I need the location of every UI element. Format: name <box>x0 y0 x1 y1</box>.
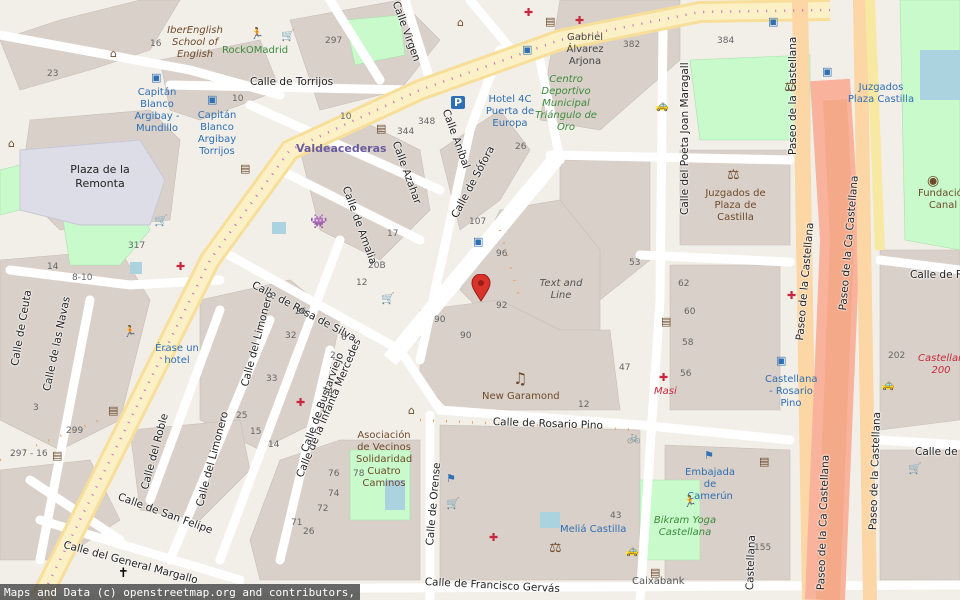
plaza-remonta-area <box>19 139 166 226</box>
sports-icon[interactable]: 🏃 <box>123 326 137 337</box>
bank-icon[interactable]: ▤ <box>650 567 660 578</box>
school-icon[interactable]: ⌂ <box>408 405 415 416</box>
shopping-cart-icon[interactable]: 🛒 <box>154 215 168 226</box>
map-attribution: Maps and Data (c) openstreetmap.org and … <box>0 584 360 600</box>
museum-icon[interactable]: ◉ <box>927 174 939 188</box>
game-icon[interactable]: 👾 <box>310 215 327 229</box>
bank-icon[interactable]: ▤ <box>759 456 769 467</box>
bus-stop-icon[interactable]: ▣ <box>151 72 161 83</box>
shopping-cart-icon[interactable]: 🛒 <box>446 498 460 509</box>
courthouse-icon[interactable]: ⚖ <box>727 168 740 182</box>
pharmacy-icon[interactable]: ✚ <box>176 261 185 272</box>
castellana-east-lane <box>792 0 818 600</box>
bank-icon[interactable]: ▤ <box>545 16 555 27</box>
taxi-icon[interactable]: 🚕 <box>655 100 669 111</box>
sports-icon[interactable]: 🏃 <box>250 28 264 39</box>
bank-icon[interactable]: ▤ <box>240 163 250 174</box>
music-shop-icon[interactable]: ♫ <box>513 371 527 387</box>
courthouse-icon[interactable]: ⚖ <box>549 541 562 555</box>
pharmacy-icon[interactable]: ✚ <box>489 532 498 543</box>
bicycle-rental-icon[interactable]: 🚲 <box>627 432 641 443</box>
pharmacy-icon[interactable]: ✚ <box>575 15 584 26</box>
shopping-cart-icon[interactable]: 🛒 <box>281 30 295 41</box>
map-marker-icon[interactable] <box>471 274 491 302</box>
bus-stop-icon[interactable]: ▣ <box>522 44 532 55</box>
bus-stop-icon[interactable]: ▣ <box>776 355 786 366</box>
taxi-icon[interactable]: 🚕 <box>881 379 895 390</box>
taxi-icon[interactable]: 🚕 <box>625 545 639 556</box>
bank-icon[interactable]: ▤ <box>661 316 671 327</box>
parking-icon[interactable]: P <box>451 96 466 109</box>
bus-stop-icon[interactable]: ▣ <box>768 16 778 27</box>
flag-icon[interactable]: ⚑ <box>704 450 714 461</box>
school-icon[interactable]: ⌂ <box>457 17 464 28</box>
bus-stop-icon[interactable]: ▣ <box>473 236 483 247</box>
school-icon[interactable]: ⌂ <box>8 138 15 149</box>
bus-stop-icon[interactable]: ▣ <box>822 66 832 77</box>
pharmacy-icon[interactable]: ✚ <box>524 7 533 18</box>
sports-icon[interactable]: 🏃 <box>683 496 697 507</box>
shopping-cart-icon[interactable]: 🛒 <box>908 463 922 474</box>
pharmacy-icon[interactable]: ✚ <box>787 290 796 301</box>
bank-icon[interactable]: ▤ <box>376 123 386 134</box>
pharmacy-icon[interactable]: ✚ <box>659 372 668 383</box>
bus-stop-icon[interactable]: ▣ <box>207 94 217 105</box>
bank-icon[interactable]: ▤ <box>52 450 62 461</box>
bank-icon[interactable]: ▤ <box>108 405 118 416</box>
school-icon[interactable]: ⌂ <box>110 48 117 59</box>
flag-icon[interactable]: ⚑ <box>446 473 456 484</box>
shopping-cart-icon[interactable]: 🛒 <box>381 293 395 304</box>
courthouse-icon[interactable]: ⚖ <box>784 80 797 94</box>
castellana-west-lane <box>853 0 877 600</box>
church-icon[interactable]: ✝ <box>118 567 129 580</box>
map-view[interactable]: Calle de Torrijos Calle de Rosa de Silva… <box>0 0 960 600</box>
pharmacy-icon[interactable]: ✚ <box>296 397 305 408</box>
